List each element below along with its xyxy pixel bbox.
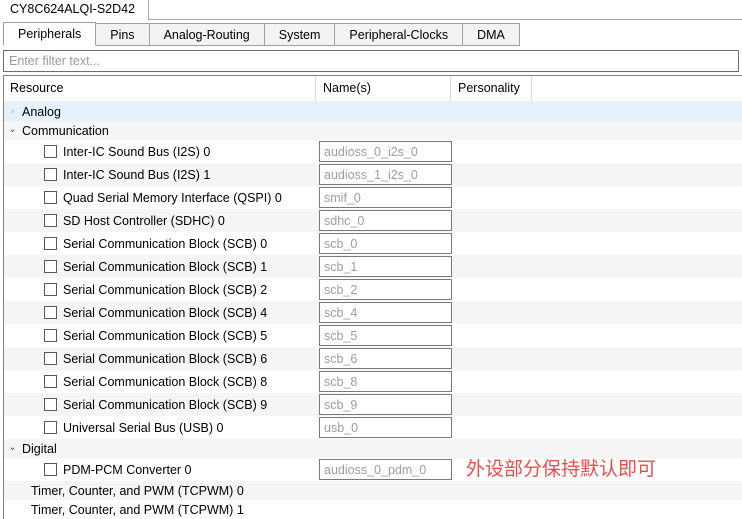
resource-label: Inter-IC Sound Bus (I2S) 1 [63, 168, 210, 182]
mode-tab-bar: PeripheralsPinsAnalog-RoutingSystemPerip… [0, 21, 742, 46]
resource-name-input[interactable] [319, 325, 452, 346]
document-tab-bar: CY8C624ALQI-S2D42 [0, 0, 742, 20]
chevron-down-icon[interactable] [4, 443, 15, 454]
chevron-right-icon[interactable] [4, 504, 24, 515]
resource-label: PDM-PCM Converter 0 [63, 463, 192, 477]
tree-row[interactable]: SD Host Controller (SDHC) 0 [4, 209, 742, 232]
tree-row[interactable]: Serial Communication Block (SCB) 0 [4, 232, 742, 255]
tree-row[interactable]: Timer, Counter, and PWM (TCPWM) 0 [4, 481, 742, 500]
resource-name-input[interactable] [319, 417, 452, 438]
tree-row[interactable]: Serial Communication Block (SCB) 6 [4, 347, 742, 370]
tree-row[interactable]: Digital [4, 439, 742, 458]
tab-analog-routing[interactable]: Analog-Routing [149, 23, 265, 46]
chevron-right-icon[interactable] [4, 106, 15, 117]
tree-row[interactable]: Serial Communication Block (SCB) 1 [4, 255, 742, 278]
table-body: Analog Communication Inter-IC Sound Bus (I… [4, 102, 742, 519]
tree-row[interactable]: Universal Serial Bus (USB) 0 [4, 416, 742, 439]
resource-label: Quad Serial Memory Interface (QSPI) 0 [63, 191, 282, 205]
table-header: Resource Name(s) Personality [4, 76, 742, 102]
resource-label: Serial Communication Block (SCB) 9 [63, 398, 267, 412]
tree-row[interactable]: Communication [4, 121, 742, 140]
resource-label: Serial Communication Block (SCB) 6 [63, 352, 267, 366]
resource-name-input[interactable] [319, 348, 452, 369]
resource-label: Serial Communication Block (SCB) 2 [63, 283, 267, 297]
tree-row[interactable]: Serial Communication Block (SCB) 9 [4, 393, 742, 416]
tree-row[interactable]: Inter-IC Sound Bus (I2S) 1 [4, 163, 742, 186]
tree-row[interactable]: Inter-IC Sound Bus (I2S) 0 [4, 140, 742, 163]
resource-checkbox[interactable] [44, 237, 57, 250]
resource-checkbox[interactable] [44, 306, 57, 319]
column-header-names[interactable]: Name(s) [316, 76, 451, 101]
resource-name-input[interactable] [319, 302, 452, 323]
chevron-down-icon[interactable] [4, 125, 15, 136]
resource-checkbox[interactable] [44, 421, 57, 434]
resource-checkbox[interactable] [44, 145, 57, 158]
filter-input[interactable] [3, 50, 739, 72]
tree-row[interactable]: Analog [4, 102, 742, 121]
column-header-personality[interactable]: Personality [451, 76, 532, 101]
resource-label: SD Host Controller (SDHC) 0 [63, 214, 225, 228]
group-label: Timer, Counter, and PWM (TCPWM) 1 [31, 503, 244, 517]
resource-label: Serial Communication Block (SCB) 5 [63, 329, 267, 343]
filter-bar [0, 46, 742, 72]
device-tab[interactable]: CY8C624ALQI-S2D42 [0, 0, 149, 20]
resource-name-input[interactable] [319, 459, 452, 480]
resource-name-input[interactable] [319, 256, 452, 277]
resource-table: Resource Name(s) Personality Analog Commu… [3, 75, 742, 519]
tree-row[interactable]: PDM-PCM Converter 0 外设部分保持默认即可 [4, 458, 742, 481]
tab-peripheral-clocks[interactable]: Peripheral-Clocks [334, 23, 463, 46]
resource-label: Serial Communication Block (SCB) 1 [63, 260, 267, 274]
resource-name-input[interactable] [319, 279, 452, 300]
tab-system[interactable]: System [264, 23, 336, 46]
resource-checkbox[interactable] [44, 214, 57, 227]
tab-pins[interactable]: Pins [95, 23, 149, 46]
resource-label: Serial Communication Block (SCB) 4 [63, 306, 267, 320]
resource-name-input[interactable] [319, 141, 452, 162]
tab-dma[interactable]: DMA [462, 23, 520, 46]
resource-name-input[interactable] [319, 371, 452, 392]
tree-row[interactable]: Quad Serial Memory Interface (QSPI) 0 [4, 186, 742, 209]
resource-checkbox[interactable] [44, 260, 57, 273]
resource-checkbox[interactable] [44, 168, 57, 181]
tab-peripherals[interactable]: Peripherals [3, 22, 96, 46]
resource-name-input[interactable] [319, 210, 452, 231]
group-label: Communication [22, 124, 109, 138]
tree-row[interactable]: Serial Communication Block (SCB) 2 [4, 278, 742, 301]
resource-label: Serial Communication Block (SCB) 8 [63, 375, 267, 389]
chevron-right-icon[interactable] [4, 485, 24, 496]
tree-row[interactable]: Serial Communication Block (SCB) 5 [4, 324, 742, 347]
red-annotation-text: 外设部分保持默认即可 [466, 458, 656, 481]
resource-checkbox[interactable] [44, 329, 57, 342]
group-label: Timer, Counter, and PWM (TCPWM) 0 [31, 484, 244, 498]
resource-name-input[interactable] [319, 233, 452, 254]
group-label: Analog [22, 105, 61, 119]
tree-row[interactable]: Serial Communication Block (SCB) 8 [4, 370, 742, 393]
resource-label: Universal Serial Bus (USB) 0 [63, 421, 223, 435]
tree-row[interactable]: Timer, Counter, and PWM (TCPWM) 1 [4, 500, 742, 519]
resource-name-input[interactable] [319, 164, 452, 185]
resource-checkbox[interactable] [44, 375, 57, 388]
resource-checkbox[interactable] [44, 398, 57, 411]
resource-checkbox[interactable] [44, 352, 57, 365]
resource-name-input[interactable] [319, 394, 452, 415]
resource-label: Inter-IC Sound Bus (I2S) 0 [63, 145, 210, 159]
resource-name-input[interactable] [319, 187, 452, 208]
column-header-resource[interactable]: Resource [4, 76, 316, 101]
resource-label: Serial Communication Block (SCB) 0 [63, 237, 267, 251]
resource-checkbox[interactable] [44, 191, 57, 204]
resource-checkbox[interactable] [44, 463, 57, 476]
tree-row[interactable]: Serial Communication Block (SCB) 4 [4, 301, 742, 324]
group-label: Digital [22, 442, 57, 456]
resource-checkbox[interactable] [44, 283, 57, 296]
